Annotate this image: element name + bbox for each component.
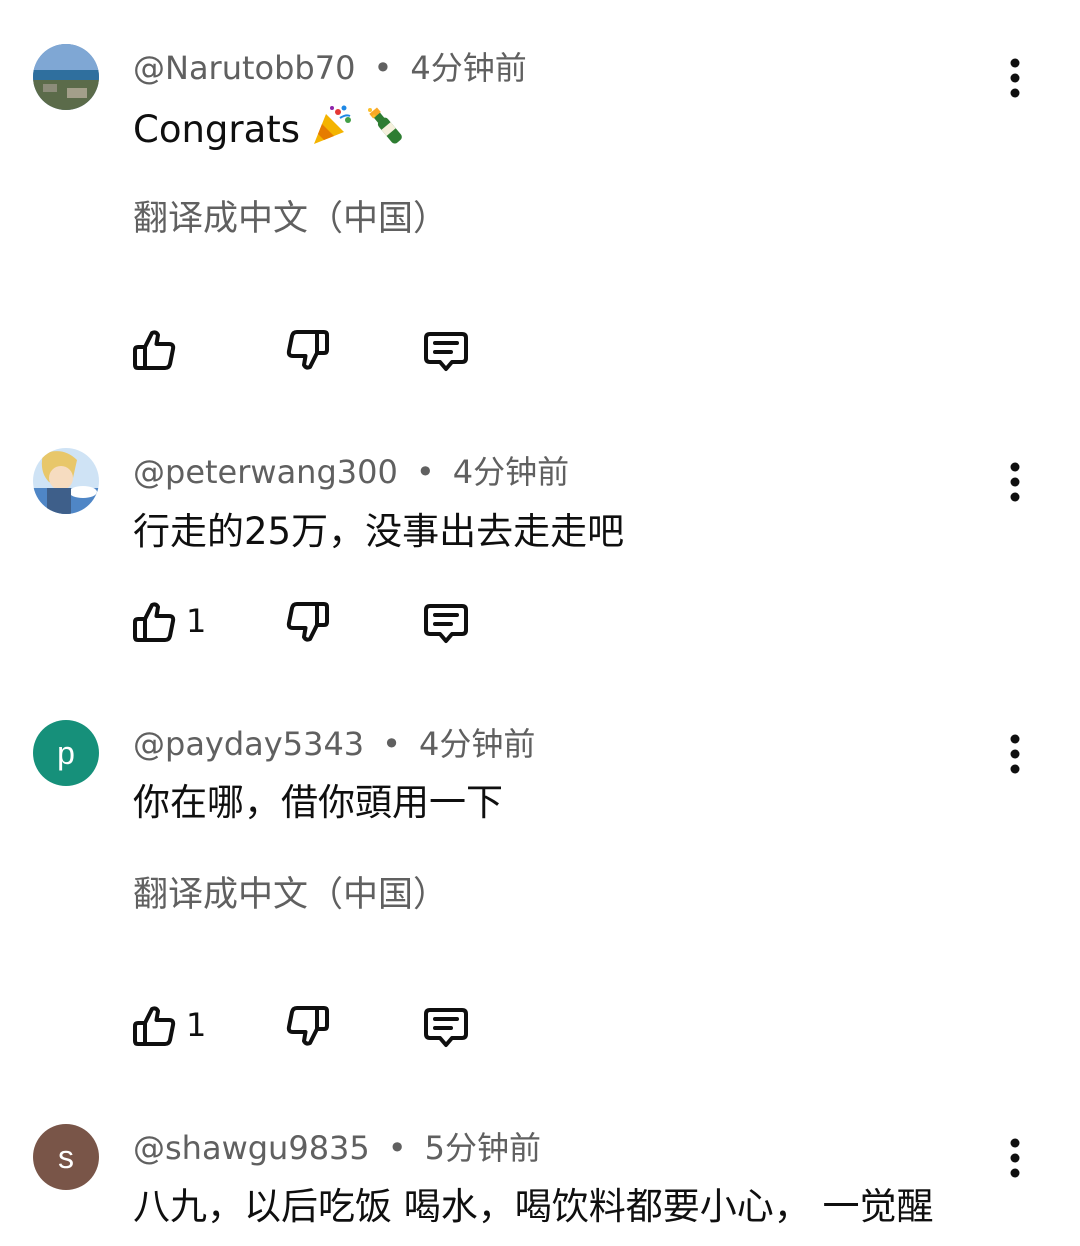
timestamp: 4分钟前 xyxy=(452,453,570,491)
comment-text: 八九，以后吃饭 喝水，喝饮料都要小心， 一觉醒 xyxy=(133,1185,934,1228)
comment-text-content: Congrats xyxy=(133,108,301,151)
separator-dot: • xyxy=(387,1129,407,1167)
dislike-button[interactable] xyxy=(284,326,334,376)
translate-link[interactable]: 翻译成中文（中国） xyxy=(133,196,448,242)
like-button[interactable] xyxy=(130,326,180,376)
dislike-button[interactable] xyxy=(284,1002,334,1052)
comment-meta: @shawgu9835 • 5分钟前 xyxy=(133,1128,541,1168)
avatar[interactable]: s xyxy=(33,1124,99,1190)
username[interactable]: @Narutobb70 xyxy=(133,49,355,87)
reply-comment-icon xyxy=(422,326,470,374)
more-vert-icon xyxy=(1000,1135,1030,1181)
username[interactable]: @peterwang300 xyxy=(133,453,398,491)
party-popper-emoji xyxy=(310,104,354,148)
more-options-button[interactable] xyxy=(1000,55,1030,101)
thumb-down-icon xyxy=(284,598,332,646)
thumb-up-icon xyxy=(130,1002,178,1050)
thumb-down-icon xyxy=(284,1002,332,1050)
reply-button[interactable] xyxy=(422,598,472,648)
reply-comment-icon xyxy=(422,598,470,646)
timestamp: 4分钟前 xyxy=(419,725,536,763)
username[interactable]: @payday5343 xyxy=(133,725,364,763)
like-button[interactable]: 1 xyxy=(130,598,210,648)
avatar[interactable] xyxy=(33,44,99,110)
separator-dot: • xyxy=(373,49,393,87)
comment-text: 你在哪，借你頭用一下 xyxy=(133,781,503,824)
avatar[interactable] xyxy=(33,448,99,514)
username[interactable]: @shawgu9835 xyxy=(133,1129,370,1167)
comment-meta: @Narutobb70 • 4分钟前 xyxy=(133,48,527,88)
like-count: 1 xyxy=(186,1006,207,1044)
translate-link[interactable]: 翻译成中文（中国） xyxy=(133,872,448,918)
more-vert-icon xyxy=(1000,459,1030,505)
like-count: 1 xyxy=(186,602,207,640)
separator-dot: • xyxy=(382,725,402,763)
timestamp: 4分钟前 xyxy=(410,49,527,87)
reply-button[interactable] xyxy=(422,1002,472,1052)
more-vert-icon xyxy=(1000,55,1030,101)
reply-button[interactable] xyxy=(422,326,472,376)
more-vert-icon xyxy=(1000,731,1030,777)
more-options-button[interactable] xyxy=(1000,459,1030,505)
avatar-letter: p xyxy=(57,734,75,771)
thumb-down-icon xyxy=(284,326,332,374)
separator-dot: • xyxy=(415,453,435,491)
comment-meta: @payday5343 • 4分钟前 xyxy=(133,724,535,764)
comment-meta: @peterwang300 • 4分钟前 xyxy=(133,452,569,492)
like-button[interactable]: 1 xyxy=(130,1002,210,1052)
dislike-button[interactable] xyxy=(284,598,334,648)
champagne-emoji xyxy=(364,104,408,148)
timestamp: 5分钟前 xyxy=(424,1129,542,1167)
comment-text: Congrats xyxy=(133,104,408,155)
thumb-up-icon xyxy=(130,326,178,374)
more-options-button[interactable] xyxy=(1000,731,1030,777)
reply-comment-icon xyxy=(422,1002,470,1050)
avatar[interactable]: p xyxy=(33,720,99,786)
avatar-letter: s xyxy=(58,1138,74,1175)
thumb-up-icon xyxy=(130,598,178,646)
comment-text: 行走的25万，没事出去走走吧 xyxy=(133,510,625,553)
more-options-button[interactable] xyxy=(1000,1135,1030,1181)
